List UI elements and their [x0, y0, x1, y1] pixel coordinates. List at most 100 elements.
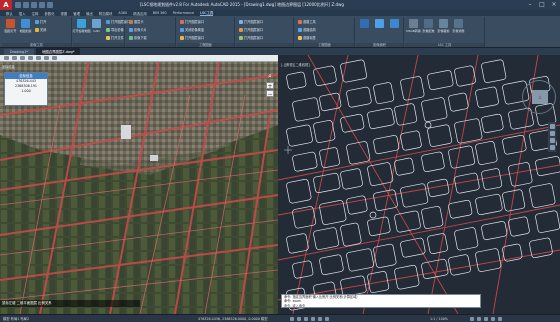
tab-menu-item[interactable]: 视图 — [61, 11, 68, 16]
command-line[interactable]: 命令: 指定边界面积 输入比例尺 比例关系(计算区域) 命令: zoom 命令:… — [281, 294, 481, 308]
tool-icon — [390, 19, 399, 28]
lock-icon[interactable] — [477, 316, 481, 321]
tab-menu-item[interactable]: Performance — [173, 11, 195, 15]
tab-menu-item[interactable]: 管理 — [73, 11, 80, 16]
ribbon-small-button[interactable]: 影像卡片 — [129, 27, 147, 32]
ribbon-group-label: 影像面积 — [356, 43, 403, 47]
viewcube-face[interactable]: 上 — [532, 90, 548, 104]
parcel-outline — [313, 65, 337, 87]
ribbon-large-button[interactable]: 图层打开 — [4, 19, 17, 39]
osnap-icon[interactable] — [318, 316, 322, 321]
layer-icon[interactable] — [36, 56, 41, 60]
ribbon-small-button[interactable]: 打开 — [35, 19, 46, 24]
tool-icon — [180, 27, 184, 32]
ribbon-large-button[interactable]: 打开谷歌地图 — [73, 19, 91, 39]
tab-menu-item[interactable]: A360 — [118, 11, 127, 15]
tab-menu-item[interactable]: 精选应用 — [133, 11, 147, 16]
tab-menu-item[interactable]: 附加模块 — [99, 11, 113, 16]
measure-icon[interactable] — [28, 56, 33, 60]
ribbon-small-button[interactable]: 打开图层窗口 — [239, 19, 263, 24]
command-input[interactable]: 命令: 键入命令 — [282, 304, 480, 308]
zoom-icon[interactable] — [549, 138, 555, 143]
ribbon-small-button[interactable]: 打开图层窗口 — [239, 27, 263, 32]
zoom-out-button[interactable]: − — [266, 90, 274, 98]
ribbon-small-button[interactable]: 图层卡 — [129, 19, 144, 24]
zoom-out-icon[interactable] — [20, 56, 25, 60]
window-controls: – □ × — [526, 1, 558, 8]
steering-wheel-icon[interactable] — [549, 124, 555, 129]
tab-menu-item[interactable]: 注释 — [32, 11, 39, 16]
zoom-in-button[interactable]: + — [266, 82, 274, 90]
ribbon-group: 打开图层窗口 关闭影像覆盖 打开图层窗口工程图面 — [177, 17, 235, 47]
ribbon-small-button[interactable]: 打开图层窗口 — [180, 35, 204, 40]
button-label: 影像下载 — [134, 36, 147, 40]
ribbon-small-button[interactable]: 导出影像 — [106, 27, 124, 32]
cad-drawing-area[interactable] — [278, 55, 560, 314]
new-icon[interactable] — [15, 2, 21, 8]
export-icon[interactable] — [44, 56, 49, 60]
undo-icon[interactable] — [39, 2, 45, 8]
customize-icon[interactable] — [498, 316, 502, 321]
orbit-icon[interactable] — [549, 145, 555, 150]
tool-icon — [180, 35, 184, 40]
ribbon-small-button[interactable]: 打开文件 — [106, 35, 124, 40]
parcel-outline — [475, 193, 503, 216]
tool-icon — [239, 19, 243, 24]
maximize-icon[interactable]: □ — [538, 1, 546, 8]
layout-tabs[interactable]: 模型 布局1 布局2 — [3, 316, 29, 321]
close-icon[interactable]: × — [550, 1, 558, 8]
ribbon-large-button[interactable]: 影像配准 — [422, 19, 435, 39]
parcel-outline — [421, 97, 448, 122]
ribbon-small-button[interactable]: 打开图层窗口 — [180, 19, 204, 24]
ribbon-small-button[interactable]: 道路结构 — [298, 27, 316, 32]
tab-menu-item[interactable]: BIM 360 — [153, 11, 167, 15]
snap-icon[interactable] — [297, 316, 301, 321]
pan-icon[interactable] — [549, 131, 555, 136]
grid-icon[interactable] — [290, 316, 294, 321]
ribbon-large-button[interactable]: 影像裁剪 — [437, 19, 450, 39]
parcel-outline — [346, 86, 372, 108]
annotation-scale[interactable]: 1:1 / 100% — [430, 317, 448, 321]
viewcube[interactable]: 上 — [522, 80, 556, 114]
ribbon-small-button[interactable]: 关闭 — [35, 27, 46, 32]
minimize-icon[interactable]: – — [526, 1, 534, 8]
tab-menu-item[interactable]: 插入 — [19, 11, 26, 16]
lineweight-icon[interactable] — [325, 316, 329, 321]
workspace-icon[interactable] — [470, 316, 474, 321]
ribbon-large-button[interactable] — [358, 19, 371, 39]
save-icon[interactable] — [31, 2, 37, 8]
tool-icon — [77, 19, 86, 28]
redo-icon[interactable] — [47, 2, 53, 8]
search-icon[interactable]: ⌕ — [266, 72, 274, 80]
tab-menu-item[interactable]: 输出 — [86, 11, 93, 16]
ribbon-small-button[interactable]: 关闭影像覆盖 — [180, 27, 204, 32]
ribbon-small-button[interactable]: 影像下载 — [129, 35, 147, 40]
button-label: 道路标签 — [303, 36, 316, 40]
ribbon-group-label: 工程图面 — [177, 43, 234, 47]
pan-icon[interactable] — [4, 56, 9, 60]
ribbon-small-button[interactable]: 道路标签 — [298, 35, 316, 40]
ortho-icon[interactable] — [304, 316, 308, 321]
ribbon-group-label: 工程图面 — [295, 43, 354, 47]
autocad-logo[interactable]: A — [0, 0, 12, 10]
tab-menu-item[interactable]: 参数化 — [44, 11, 54, 16]
ribbon-large-button[interactable] — [388, 19, 401, 39]
document-tab[interactable]: 地图边界图层Z.dwg* — [35, 48, 81, 55]
fullscreen-icon[interactable] — [491, 316, 495, 321]
ribbon-large-button[interactable]: 影像调整 — [452, 19, 465, 39]
isolate-icon[interactable] — [484, 316, 488, 321]
ribbon-small-button[interactable]: 打开图层窗口 — [239, 35, 263, 40]
viewport-label[interactable]: [-][俯视][二维线框] — [281, 62, 310, 67]
zoom-in-icon[interactable] — [12, 56, 17, 60]
ribbon-large-button[interactable] — [373, 19, 386, 39]
ribbon-large-button[interactable]: 地图加载 — [19, 19, 32, 39]
ribbon-large-button[interactable]: CAD — [90, 19, 103, 39]
settings-icon[interactable] — [52, 56, 57, 60]
parcel-outline — [535, 210, 560, 233]
ribbon-large-button[interactable]: OSGB转换 — [406, 19, 421, 39]
open-icon[interactable] — [23, 2, 29, 8]
polar-icon[interactable] — [311, 316, 315, 321]
ribbon-small-button[interactable]: 道路工具 — [298, 19, 316, 24]
button-label: 打开图层窗口 — [185, 20, 205, 24]
tab-menu-item[interactable]: 默认 — [6, 11, 13, 16]
